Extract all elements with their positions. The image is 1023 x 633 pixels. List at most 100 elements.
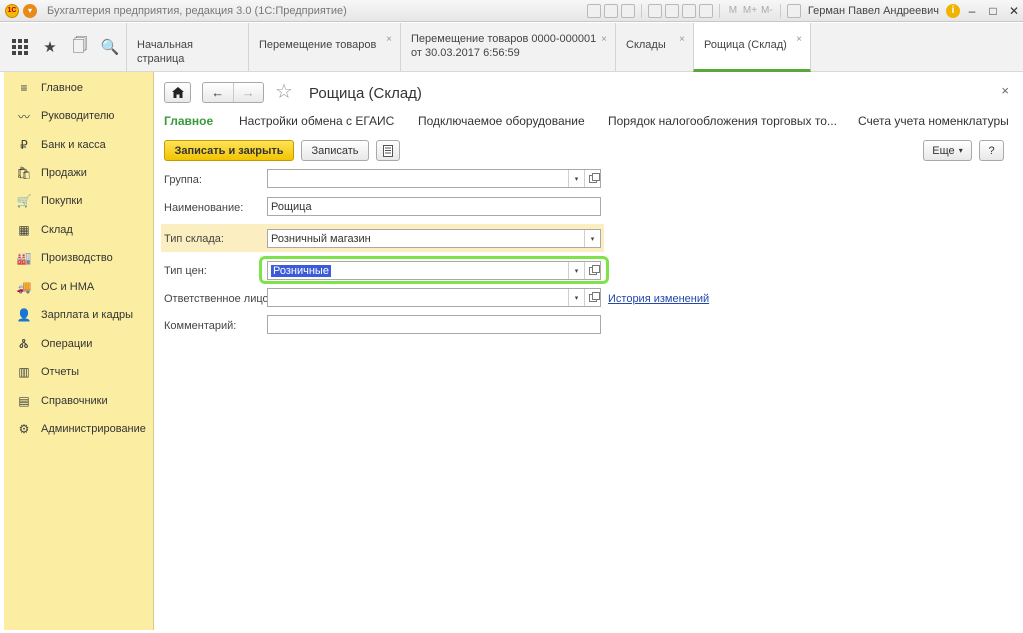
sidebar-item-reports[interactable]: ▥ Отчеты — [4, 362, 154, 382]
sidebar-item-warehouse[interactable]: ▦ Склад — [4, 220, 154, 240]
tab-accounts[interactable]: Счета учета номенклатуры — [858, 114, 1009, 128]
sidebar-item-directories[interactable]: ▤ Справочники — [4, 391, 154, 411]
tab-egais[interactable]: Настройки обмена с ЕГАИС — [239, 114, 394, 128]
print-icon[interactable] — [603, 3, 618, 18]
search-icon[interactable]: 🔍 — [101, 38, 120, 56]
main-menu-icon[interactable]: ▾ — [23, 3, 37, 18]
home-button[interactable] — [164, 82, 191, 103]
maximize-icon[interactable]: □ — [984, 4, 1002, 18]
save-button[interactable]: Записать — [301, 140, 369, 161]
sidebar-item-operations[interactable]: Ꮬ Операции — [4, 334, 154, 354]
trend-icon: 〰 — [17, 109, 30, 124]
open-icon[interactable] — [584, 289, 600, 306]
close-icon[interactable]: × — [796, 33, 802, 47]
change-history-link[interactable]: История изменений — [608, 293, 709, 305]
tab-warehouses[interactable]: Склады × — [615, 23, 693, 71]
current-user[interactable]: Герман Павел Андреевич — [808, 5, 939, 17]
sidebar-item-fixed-assets[interactable]: 🚚 ОС и НМА — [4, 277, 154, 297]
history-icon[interactable]: 🗍 — [71, 37, 89, 56]
info-icon[interactable]: i — [946, 3, 960, 18]
memory-icon[interactable]: M — [726, 5, 740, 16]
close-icon[interactable]: × — [386, 33, 392, 47]
tab-roshchitsa-warehouse[interactable]: Рощица (Склад) × — [693, 23, 811, 72]
sidebar-item-production[interactable]: 🏭 Производство — [4, 248, 154, 268]
help-button[interactable]: ? — [979, 140, 1004, 161]
chevron-down-icon[interactable]: ▾ — [584, 230, 600, 247]
close-icon[interactable]: × — [1001, 83, 1009, 98]
sidebar-item-sales[interactable]: 🛍 Продажи — [4, 163, 154, 183]
tab-label: Рощица (Склад) — [704, 39, 787, 51]
tab-goods-transfer[interactable]: Перемещение товаров × — [248, 23, 400, 71]
sidebar-item-label: Отчеты — [41, 366, 80, 378]
sidebar-item-label: Склад — [41, 224, 73, 236]
open-icon[interactable] — [584, 170, 600, 187]
link-icon[interactable] — [664, 3, 679, 18]
sidebar-item-purchases[interactable]: 🛒 Покупки — [4, 191, 154, 211]
group-label: Группа: — [164, 174, 202, 186]
minimize-icon[interactable]: – — [963, 4, 981, 18]
sidebar-item-main[interactable]: ≡ Главное — [4, 78, 154, 98]
section-icons: ★ 🗍 🔍 — [0, 23, 126, 72]
save-icon[interactable] — [586, 3, 601, 18]
warehouse-type-select[interactable]: Розничный магазин ▾ — [267, 229, 601, 248]
truck-icon: 🚚 — [16, 280, 32, 294]
sidebar-item-label: Зарплата и кадры — [41, 309, 134, 321]
memory-minus-icon[interactable]: M- — [760, 5, 774, 16]
sidebar-item-payroll[interactable]: 👤 Зарплата и кадры — [4, 305, 154, 325]
chevron-down-icon[interactable]: ▾ — [568, 170, 584, 187]
close-icon[interactable]: × — [679, 33, 685, 47]
sidebar-item-bank[interactable]: ₽ Банк и касса — [4, 135, 154, 155]
chevron-down-icon[interactable]: ▾ — [568, 262, 584, 279]
preview-icon[interactable] — [620, 3, 635, 18]
close-icon[interactable]: × — [601, 33, 607, 47]
gear-icon: ⚙ — [18, 422, 30, 436]
forward-arrow-icon[interactable]: → — [234, 83, 264, 102]
responsible-label: Ответственное лицо: — [164, 293, 272, 305]
panel-icon[interactable] — [786, 3, 801, 18]
window-titlebar: 1С ▾ Бухгалтерия предприятия, редакция 3… — [0, 0, 1023, 22]
home-icon — [171, 87, 184, 98]
responsible-field[interactable]: ▾ — [267, 288, 601, 307]
person-icon: 👤 — [16, 308, 32, 322]
tab-label: Склады — [626, 39, 666, 51]
calendar-icon[interactable] — [698, 3, 713, 18]
tab-label: Перемещение товаров 0000-000001 — [411, 33, 597, 45]
more-button[interactable]: Еще ▾ — [923, 140, 972, 161]
window-title: Бухгалтерия предприятия, редакция 3.0 (1… — [47, 4, 347, 17]
tab-label-date: от 30.03.2017 6:56:59 — [411, 47, 520, 59]
group-field[interactable]: ▾ — [267, 169, 601, 188]
price-type-field[interactable]: Розничные ▾ — [267, 261, 601, 280]
menu-lines-icon: ≡ — [20, 81, 28, 95]
app-logo-icon: 1С — [5, 3, 19, 18]
tab-main[interactable]: Главное — [164, 114, 213, 128]
sidebar-item-admin[interactable]: ⚙ Администрирование — [4, 419, 154, 439]
sidebar-item-label: Руководителю — [41, 110, 115, 122]
report-button[interactable] — [376, 140, 400, 161]
memory-plus-icon[interactable]: M+ — [743, 5, 757, 16]
close-icon[interactable]: ✕ — [1005, 4, 1023, 18]
sidebar-item-label: Продажи — [41, 167, 87, 179]
sidebar-item-manager[interactable]: 〰 Руководителю — [4, 106, 154, 126]
sidebar-item-label: Банк и касса — [41, 139, 106, 151]
tab-start-page[interactable]: Начальная страница — [126, 23, 248, 71]
name-field[interactable]: Рощица — [267, 197, 601, 216]
comment-label: Комментарий: — [164, 320, 237, 332]
open-icon[interactable] — [584, 262, 600, 279]
back-arrow-icon[interactable]: ← — [203, 83, 234, 102]
tab-taxation[interactable]: Порядок налогообложения торговых то... — [608, 114, 837, 128]
save-and-close-button[interactable]: Записать и закрыть — [164, 140, 294, 161]
calc-icon[interactable] — [681, 3, 696, 18]
favorite-star-icon[interactable]: ☆ — [275, 82, 293, 102]
chevron-down-icon: ▾ — [958, 146, 963, 155]
divider — [779, 3, 781, 18]
home-tool-icon[interactable] — [647, 3, 662, 18]
comment-field[interactable] — [267, 315, 601, 334]
name-label: Наименование: — [164, 202, 244, 214]
chevron-down-icon[interactable]: ▾ — [568, 289, 584, 306]
tab-goods-transfer-doc[interactable]: Перемещение товаров 0000-000001 от 30.03… — [400, 23, 615, 71]
factory-icon: 🏭 — [16, 251, 32, 265]
star-icon[interactable]: ★ — [41, 38, 59, 56]
apps-grid-icon[interactable] — [11, 38, 29, 56]
document-icon — [383, 144, 393, 157]
tab-equipment[interactable]: Подключаемое оборудование — [418, 114, 585, 128]
